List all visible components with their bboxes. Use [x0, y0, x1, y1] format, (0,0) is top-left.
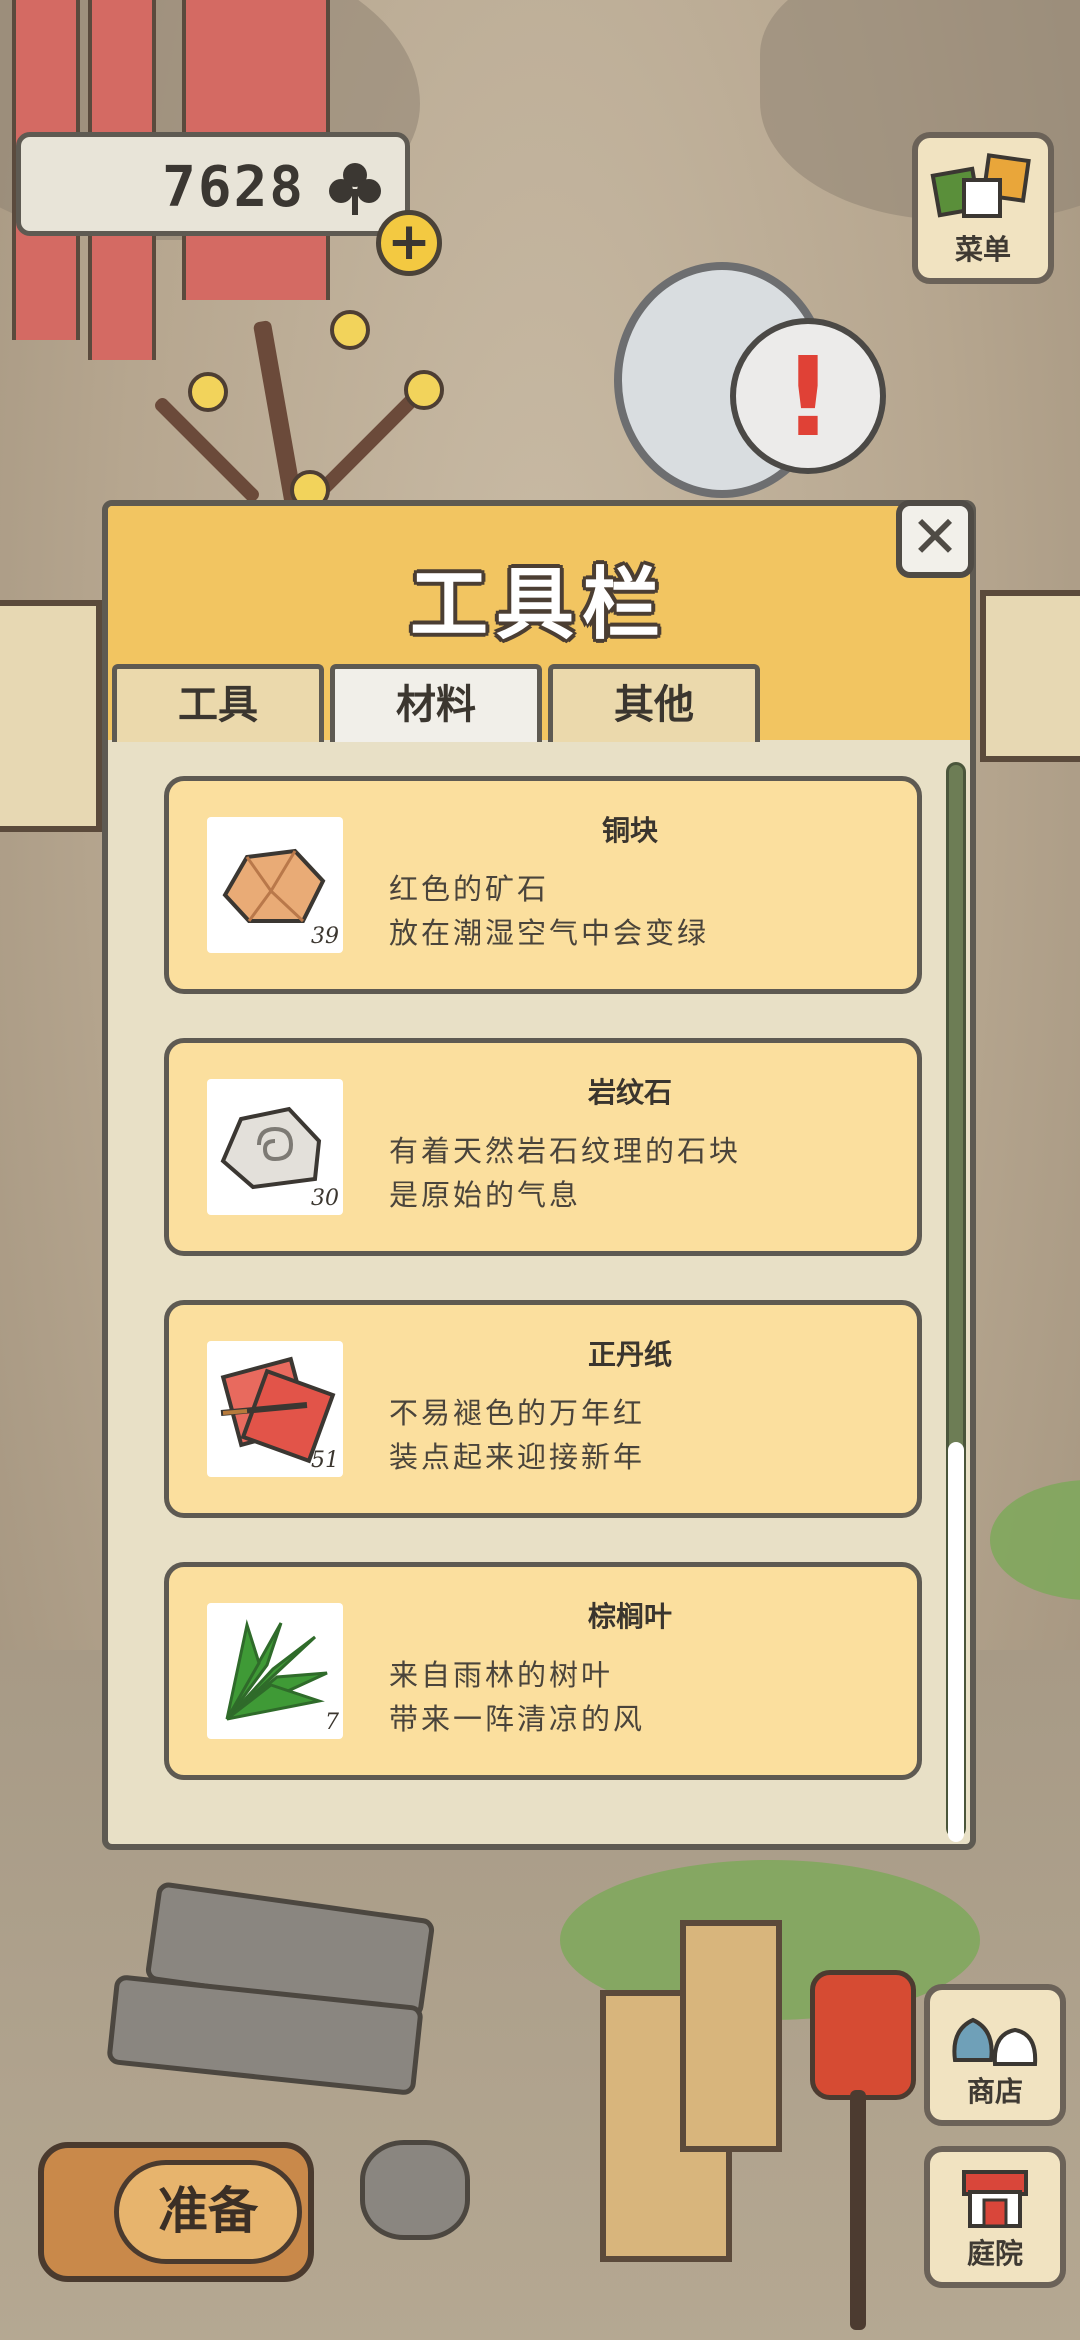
menu-icon: [930, 153, 1031, 218]
patterned-stone-icon: 30: [207, 1079, 343, 1215]
red-lantern: [810, 1970, 916, 2100]
clover-counter: 7628: [16, 132, 410, 236]
item-description: 不易褪色的万年红 装点起来迎接新年: [389, 1391, 645, 1479]
item-count: 39: [311, 924, 339, 949]
plum-blossom: [188, 372, 228, 412]
toolbox-panel: 工具栏 工具 材料 其他 39 铜块 红色的矿石 放在潮湿空气中会变绿 30 岩…: [102, 500, 976, 1850]
yard-label: 庭院: [966, 2237, 1023, 2270]
tab-other[interactable]: 其他: [548, 664, 760, 742]
clover-count: 7628: [162, 155, 305, 220]
tab-tools[interactable]: 工具: [112, 664, 324, 742]
prepare-button[interactable]: 准备: [38, 2142, 314, 2282]
item-count: 7: [325, 1710, 339, 1735]
item-desc-line: 带来一阵清凉的风: [389, 1702, 646, 1736]
shop-button[interactable]: 商店: [924, 1984, 1066, 2126]
item-description: 有着天然岩石纹理的石块 是原始的气息: [389, 1129, 741, 1217]
item-description: 红色的矿石 放在潮湿空气中会变绿: [389, 867, 709, 955]
item-desc-line: 来自雨林的树叶: [389, 1658, 614, 1692]
item-name: 铜块: [601, 814, 658, 847]
item-desc-line: 有着天然岩石纹理的石块: [389, 1134, 742, 1168]
shop-label: 商店: [966, 2075, 1023, 2108]
plum-blossom: [330, 310, 370, 350]
menu-button[interactable]: 菜单: [912, 132, 1054, 284]
item-desc-line: 不易褪色的万年红: [389, 1396, 646, 1430]
shop-bag-icon: [952, 2017, 1038, 2066]
toolbox-title: 工具栏: [409, 560, 668, 650]
copper-ore-icon: 39: [207, 817, 343, 953]
alert-bubble[interactable]: !: [730, 318, 886, 474]
item-description: 来自雨林的树叶 带来一阵清凉的风: [389, 1653, 645, 1741]
wooden-box: [980, 590, 1080, 762]
scrollbar-thumb[interactable]: [948, 1442, 964, 1842]
lantern-pole: [850, 2090, 866, 2330]
item-desc-line: 放在潮湿空气中会变绿: [389, 916, 710, 950]
item-desc-line: 装点起来迎接新年: [389, 1440, 646, 1474]
item-count: 51: [311, 1448, 339, 1473]
folding-screen: [680, 1920, 782, 2152]
yard-gate-icon: [962, 2170, 1028, 2228]
list-item[interactable]: 30 岩纹石 有着天然岩石纹理的石块 是原始的气息: [164, 1038, 922, 1256]
list-item[interactable]: 39 铜块 红色的矿石 放在潮湿空气中会变绿: [164, 776, 922, 994]
toolbox-header: 工具栏 工具 材料 其他: [108, 506, 970, 742]
item-desc-line: 红色的矿石: [389, 872, 550, 906]
alert-icon: !: [782, 333, 834, 461]
small-stone: [360, 2140, 470, 2240]
item-count: 30: [311, 1186, 339, 1211]
tab-materials[interactable]: 材料: [330, 664, 542, 742]
plum-blossom: [404, 370, 444, 410]
clover-icon: [329, 163, 381, 215]
item-name: 正丹纸: [587, 1338, 672, 1371]
item-name: 岩纹石: [587, 1076, 672, 1109]
material-list[interactable]: 39 铜块 红色的矿石 放在潮湿空气中会变绿 30 岩纹石 有着天然岩石纹理的石…: [108, 742, 970, 1844]
red-paper-icon: 51: [207, 1341, 343, 1477]
item-name: 棕榈叶: [587, 1600, 672, 1633]
wooden-chair: [0, 600, 102, 832]
item-desc-line: 是原始的气息: [389, 1178, 582, 1212]
yard-button[interactable]: 庭院: [924, 2146, 1066, 2288]
menu-label: 菜单: [954, 233, 1011, 266]
list-item[interactable]: 51 正丹纸 不易褪色的万年红 装点起来迎接新年: [164, 1300, 922, 1518]
palm-leaf-icon: 7: [207, 1603, 343, 1739]
close-button[interactable]: ✕: [896, 500, 974, 578]
list-item[interactable]: 7 棕榈叶 来自雨林的树叶 带来一阵清凉的风: [164, 1562, 922, 1780]
prepare-label: 准备: [114, 2160, 302, 2264]
add-clover-button[interactable]: +: [376, 210, 442, 276]
